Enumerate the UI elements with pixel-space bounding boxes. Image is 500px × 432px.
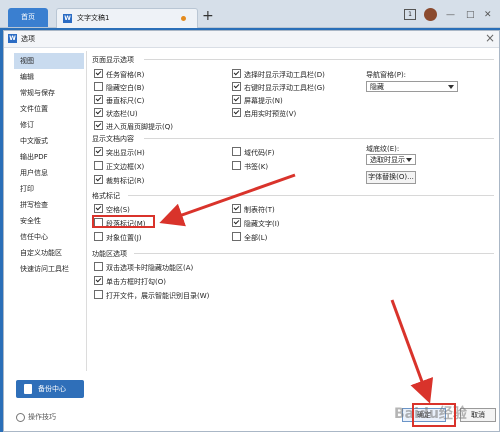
- arrow-to-paragraph-marks: [159, 173, 296, 227]
- annotation-arrows: [159, 173, 434, 404]
- arrow-to-ok: [390, 299, 434, 404]
